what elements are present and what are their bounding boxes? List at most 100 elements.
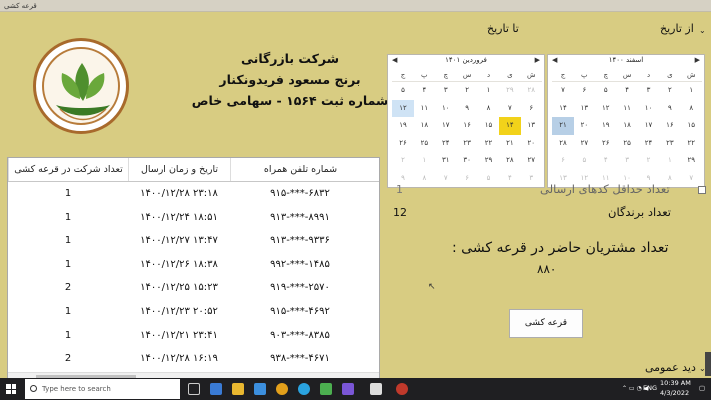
store-icon[interactable] [254,383,266,395]
calendar-day[interactable]: ۲ [456,82,477,100]
calendar-day[interactable]: ۱۸ [616,117,637,135]
table-row[interactable]: 1 ۱۴۰۰/۱۲/۲۱ ۲۳:۴۱ ۹۰۳-***-۸۳۸۵ [8,324,379,348]
visual-studio-icon[interactable] [342,383,354,395]
edge-icon[interactable] [210,383,222,395]
draw-button[interactable]: قرعه کشی [509,309,583,338]
calendar-day[interactable]: ۶ [552,152,573,170]
calendar-day[interactable]: ۷ [552,82,573,100]
calendar-day[interactable]: ۳ [435,82,456,100]
calendar-day[interactable]: ۱۸ [414,117,435,135]
calendar-to[interactable]: ◀ ▶ فروردین ۱۴۰۱ ش ی د س چ پ ج ۲۸ ۲۹ ۱ ۲ ۳ ۴ ۵ ۶ ۷ ۸ ۹ ۱۰ ۱… [387,54,545,188]
calendar-day[interactable]: ۱۴ [499,117,521,135]
calendar-day[interactable]: ۱ [659,152,680,170]
calendar-day[interactable]: ۲۲ [681,135,702,153]
table-row[interactable]: 1 ۱۴۰۰/۱۲/۲۸ ۲۳:۱۸ ۹۱۵-***-۶۸۳۲ [8,182,379,206]
calendar-day[interactable]: ۶ [521,100,542,118]
table-row[interactable]: 2 ۱۴۰۰/۱۲/۲۵ ۱۵:۲۳ ۹۱۹-***-۲۵۷۰ [8,276,379,300]
telegram-icon[interactable] [298,383,310,395]
calendar-day[interactable]: ۲۶ [392,135,413,153]
calendar-day[interactable]: ۲۷ [574,135,595,153]
calendar-day[interactable]: ۳۰ [456,152,477,170]
calendar-day[interactable]: ۲۴ [435,135,456,153]
calendar-day[interactable]: ۲ [659,82,680,100]
calendar-day[interactable]: ۹ [659,100,680,118]
calendar-day[interactable]: ۸ [681,100,702,118]
min-codes-checkbox[interactable] [698,186,706,194]
calendar-day[interactable]: ۱۹ [392,117,413,135]
file-explorer-icon[interactable] [232,383,244,395]
clock-date[interactable]: 4/3/2022 [660,388,689,399]
calendar-day[interactable]: ۱۷ [638,117,659,135]
calendar-day[interactable]: ۲ [392,152,413,170]
calendar-day[interactable]: ۱۱ [414,100,435,118]
table-row[interactable]: 2 ۱۴۰۰/۱۲/۲۸ ۱۶:۱۹ ۹۳۸-***-۴۶۷۱ [8,347,379,371]
active-app-icon[interactable] [370,383,382,395]
calendar-day[interactable]: ۲۴ [638,135,659,153]
chrome-icon[interactable] [276,383,288,395]
calendar-day[interactable]: ۲۳ [659,135,680,153]
calendar-day[interactable]: ۲۷ [521,152,542,170]
calendar-day[interactable]: ۲۸ [499,152,520,170]
calendar-day[interactable]: ۷ [499,100,520,118]
calendar-day[interactable]: ۸ [478,100,499,118]
record-icon[interactable] [396,383,408,395]
calendar-day[interactable]: ۱۲ [392,99,414,117]
calendar-day[interactable]: ۲۸ [521,82,542,100]
calendar-day[interactable]: ۵ [595,82,616,100]
calendar-day[interactable]: ۴ [595,152,616,170]
col-header-datetime[interactable]: تاریخ و زمان ارسال [128,158,230,181]
calendar-day[interactable]: ۱۳ [574,100,595,118]
calendar-day[interactable]: ۳ [638,82,659,100]
calendar-day[interactable]: ۱۴ [552,100,573,118]
calendar-day[interactable]: ۲۹ [499,82,520,100]
col-header-phone[interactable]: شماره تلفن همراه [230,158,370,181]
calendar-day[interactable]: ۱۲ [595,100,616,118]
calendar-day[interactable]: ۶ [574,82,595,100]
calendar-day[interactable]: ۲۶ [595,135,616,153]
vertical-scrollbar[interactable] [705,352,711,376]
calendar-day[interactable]: ۲۸ [552,135,573,153]
calendar-day[interactable]: ۸ [414,170,435,188]
calendar-day[interactable]: ۱۰ [435,100,456,118]
windows-start-icon[interactable] [6,384,16,394]
calendar-day[interactable]: ۱ [681,82,702,100]
calendar-day[interactable]: ۵ [392,82,413,100]
table-row[interactable]: 1 ۱۴۰۰/۱۲/۲۶ ۱۸:۳۸ ۹۹۲-***-۱۴۸۵ [8,253,379,277]
calendar-day[interactable]: ۱۰ [638,100,659,118]
general-view-label[interactable]: دید عمومی [645,361,696,374]
app-icon[interactable] [320,383,332,395]
calendar-day[interactable]: ۱۵ [478,117,499,135]
calendar-day[interactable]: ۲۹ [681,152,702,170]
calendar-day[interactable]: ۱۷ [435,117,456,135]
from-date-chevron-icon[interactable]: ⌄ [699,26,706,35]
calendar-day[interactable]: ۴ [414,82,435,100]
calendar-day[interactable]: ۲۹ [478,152,499,170]
calendar-day[interactable]: ۱۹ [595,117,616,135]
calendar-day[interactable]: ۲۳ [456,135,477,153]
calendar-day[interactable]: ۲۰ [574,117,595,135]
calendar-day[interactable]: ۲۵ [414,135,435,153]
calendar-day[interactable]: ۷ [681,170,702,188]
calendar-day[interactable]: ۵ [574,152,595,170]
calendar-day[interactable]: ۹ [456,100,477,118]
calendar-day[interactable]: ۵ [478,170,499,188]
calendar-day[interactable]: ۱ [478,82,499,100]
calendar-day[interactable]: ۴ [616,82,637,100]
calendar-day[interactable]: ۱۶ [456,117,477,135]
calendar-day[interactable]: ۱۳ [521,117,542,135]
language-indicator[interactable]: ENG [643,383,657,394]
calendar-day[interactable]: ۲۱ [499,135,520,153]
calendar-day[interactable]: ۳ [521,170,542,188]
calendar-day[interactable]: ۱۵ [681,117,702,135]
task-view-icon[interactable] [188,383,200,395]
calendar-day[interactable]: ۳۱ [435,152,456,170]
winners-value[interactable]: 12 [393,206,407,219]
calendar-day[interactable]: ۱۱ [616,100,637,118]
col-header-count[interactable]: تعداد شرکت در قرعه کشی [8,158,128,181]
table-row[interactable]: 1 ۱۴۰۰/۱۲/۲۷ ۱۳:۴۷ ۹۱۳-***-۹۳۳۶ [8,229,379,253]
calendar-day[interactable]: ۲۰ [521,135,542,153]
calendar-day[interactable]: ۳ [616,152,637,170]
calendar-day[interactable]: ۴ [499,170,520,188]
calendar-day[interactable]: ۱ [414,152,435,170]
calendar-from[interactable]: ◀ ▶ اسفند ۱۴۰۰ ش ی د س چ پ ج ۱ ۲ ۳ ۴ ۵ ۶ ۷ ۸ ۹ ۱۰ ۱۱ ۱۲ ۱۳ ۱… [547,54,705,188]
